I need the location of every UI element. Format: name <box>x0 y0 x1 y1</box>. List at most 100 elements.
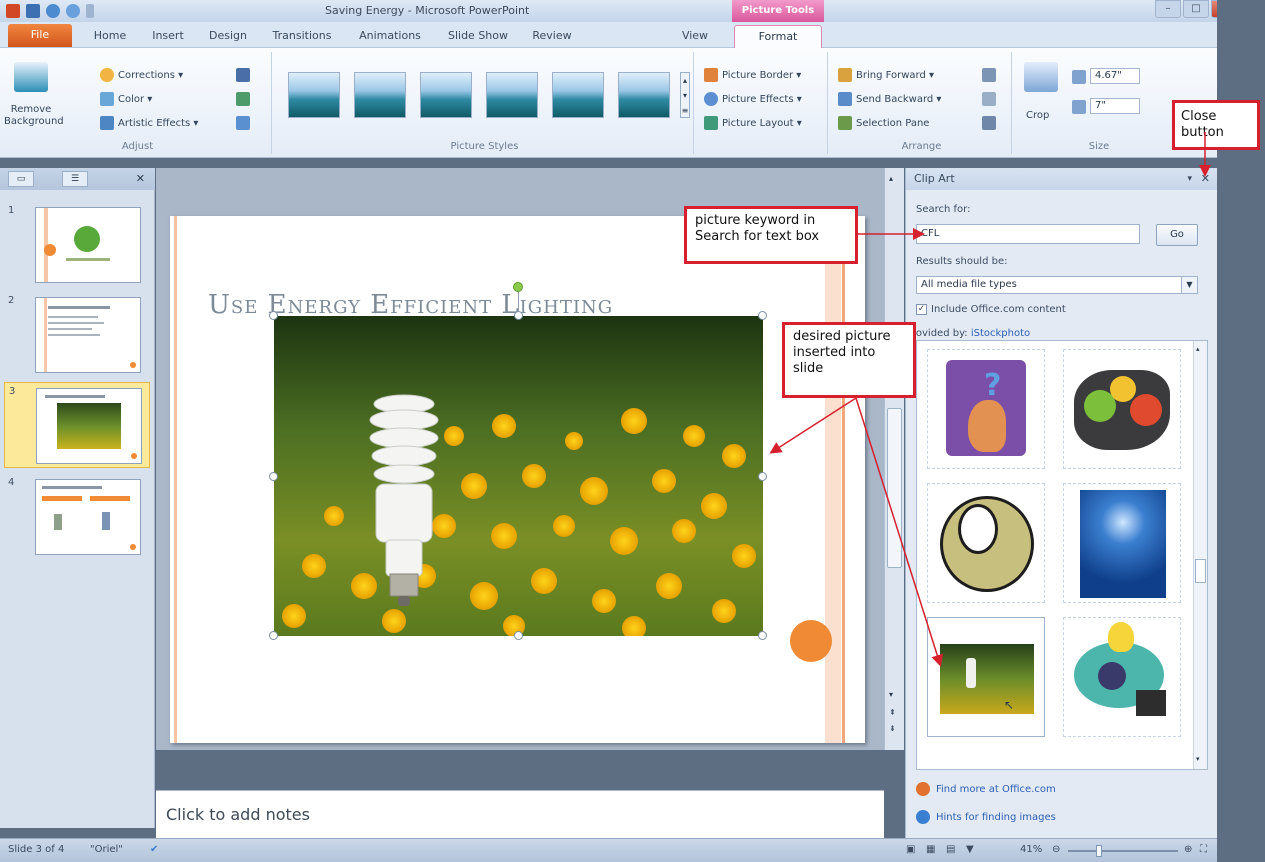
save-icon[interactable] <box>26 4 40 18</box>
results-scroll-thumb[interactable] <box>1195 559 1206 583</box>
slide-show-icon[interactable]: ▼ <box>966 844 974 855</box>
artistic-effects-button[interactable]: Artistic Effects ▾ <box>100 116 198 130</box>
resize-handle-nw[interactable] <box>269 311 278 320</box>
color-button[interactable]: Color ▾ <box>100 92 152 106</box>
resize-handle-sw[interactable] <box>269 631 278 640</box>
reading-view-icon[interactable]: ▤ <box>946 844 955 855</box>
picture-style-5[interactable] <box>552 72 604 118</box>
tab-slides[interactable]: ▭ <box>8 171 34 187</box>
tab-slide-show[interactable]: Slide Show <box>438 25 518 48</box>
group-objects-icon[interactable] <box>982 92 996 106</box>
results-scroll-up-icon[interactable]: ▴ <box>1196 345 1200 353</box>
results-scrollbar[interactable]: ▴ ▾ <box>1193 341 1207 769</box>
rotate-icon[interactable] <box>982 116 996 130</box>
slide-sorter-icon[interactable]: ▦ <box>926 844 935 855</box>
maximize-button[interactable]: □ <box>1183 0 1209 18</box>
tab-format[interactable]: Format <box>734 25 822 48</box>
clip-art-result-4[interactable] <box>1063 483 1181 603</box>
search-for-input[interactable]: CFL <box>916 224 1140 244</box>
corrections-button[interactable]: Corrections ▾ <box>100 68 183 82</box>
normal-view-icon[interactable]: ▣ <box>906 844 915 855</box>
resize-handle-n[interactable] <box>514 311 523 320</box>
minimize-button[interactable]: – <box>1155 0 1181 18</box>
tab-review[interactable]: Review <box>524 25 580 48</box>
tab-transitions[interactable]: Transitions <box>262 25 342 48</box>
crop-icon[interactable] <box>1024 62 1058 92</box>
notes-pane[interactable]: Click to add notes <box>156 790 884 838</box>
close-pane-icon[interactable]: ✕ <box>136 172 145 185</box>
selection-pane-button[interactable]: Selection Pane <box>838 116 929 130</box>
customize-qat-icon[interactable] <box>86 4 94 18</box>
picture-layout-button[interactable]: Picture Layout ▾ <box>704 116 802 130</box>
remove-background-icon[interactable] <box>14 62 48 92</box>
tab-view[interactable]: View <box>670 25 720 48</box>
slide-thumbnail-3[interactable]: 3 <box>4 382 150 468</box>
zoom-slider[interactable] <box>1068 850 1178 852</box>
previous-slide-icon[interactable]: ⇞ <box>889 708 896 717</box>
tab-insert[interactable]: Insert <box>142 25 194 48</box>
resize-handle-ne[interactable] <box>758 311 767 320</box>
remove-background-button[interactable]: Remove Background <box>4 104 64 128</box>
next-slide-icon[interactable]: ⇟ <box>889 724 896 733</box>
clip-art-result-1[interactable]: ? <box>927 349 1045 469</box>
tab-home[interactable]: Home <box>84 25 136 48</box>
inserted-cfl-picture[interactable] <box>274 316 763 636</box>
slide-thumbnail-2[interactable]: 2 <box>4 292 150 378</box>
istockphoto-link[interactable]: iStockphoto <box>971 328 1030 339</box>
crop-button[interactable]: Crop <box>1026 110 1049 121</box>
picture-style-2[interactable] <box>354 72 406 118</box>
slide-vertical-scrollbar[interactable]: ▴ ▾ ⇞ ⇟ <box>884 168 904 750</box>
results-scroll-down-icon[interactable]: ▾ <box>1196 755 1200 763</box>
clip-art-result-6[interactable] <box>1063 617 1181 737</box>
media-type-select[interactable]: All media file types ▼ <box>916 276 1198 294</box>
spelling-check-icon[interactable]: ✔ <box>150 844 158 855</box>
picture-style-1[interactable] <box>288 72 340 118</box>
fit-to-window-icon[interactable]: ⛶ <box>1200 844 1207 855</box>
picture-border-button[interactable]: Picture Border ▾ <box>704 68 801 82</box>
resize-handle-s[interactable] <box>514 631 523 640</box>
picture-style-3[interactable] <box>420 72 472 118</box>
zoom-in-icon[interactable]: ⊕ <box>1184 844 1192 855</box>
change-picture-icon[interactable] <box>236 92 250 106</box>
send-backward-button[interactable]: Send Backward ▾ <box>838 92 941 106</box>
clip-art-result-3[interactable] <box>927 483 1045 603</box>
scroll-down-icon[interactable]: ▾ <box>889 690 893 699</box>
slide-thumbnail-4[interactable]: 4 <box>4 474 150 560</box>
bring-forward-button[interactable]: Bring Forward ▾ <box>838 68 934 82</box>
picture-style-6[interactable] <box>618 72 670 118</box>
width-spinner[interactable]: 7" <box>1090 98 1140 114</box>
reset-picture-icon[interactable] <box>236 116 250 130</box>
redo-icon[interactable] <box>66 4 80 18</box>
tab-animations[interactable]: Animations <box>348 25 432 48</box>
resize-handle-w[interactable] <box>269 472 278 481</box>
undo-icon[interactable] <box>46 4 60 18</box>
styles-gallery-scroll[interactable]: ▴ ▾ ≡ <box>680 72 690 118</box>
tab-file[interactable]: File <box>8 24 72 47</box>
align-icon[interactable] <box>982 68 996 82</box>
zoom-out-icon[interactable]: ⊖ <box>1052 844 1060 855</box>
tab-design[interactable]: Design <box>200 25 256 48</box>
rotation-handle[interactable] <box>513 282 523 292</box>
resize-handle-e[interactable] <box>758 472 767 481</box>
go-button[interactable]: Go <box>1156 224 1198 246</box>
close-pane-button[interactable]: ✕ <box>1201 168 1210 190</box>
picture-effects-button[interactable]: Picture Effects ▾ <box>704 92 802 106</box>
include-office-checkbox[interactable]: ✓ <box>916 304 927 315</box>
height-spinner[interactable]: 4.67" <box>1090 68 1140 84</box>
scroll-up-icon[interactable]: ▴ <box>889 174 893 183</box>
hints-link[interactable]: Hints for finding images <box>916 810 1056 824</box>
find-more-link[interactable]: Find more at Office.com <box>916 782 1056 796</box>
current-slide[interactable]: Use Energy Efficient Lighting <box>170 216 865 743</box>
scroll-thumb[interactable] <box>887 408 902 568</box>
zoom-slider-thumb[interactable] <box>1096 845 1102 857</box>
clip-art-result-5-selected[interactable]: ↖ <box>927 617 1045 737</box>
slide-thumbnail-1[interactable]: 1 <box>4 202 150 288</box>
resize-handle-se[interactable] <box>758 631 767 640</box>
picture-style-4[interactable] <box>486 72 538 118</box>
zoom-level[interactable]: 41% <box>1020 844 1042 855</box>
compress-pictures-icon[interactable] <box>236 68 250 82</box>
tab-outline[interactable]: ☰ <box>62 171 88 187</box>
include-office-checkbox-row[interactable]: ✓ Include Office.com content <box>916 304 1066 315</box>
clip-art-result-2[interactable] <box>1063 349 1181 469</box>
task-pane-options-icon[interactable]: ▾ <box>1187 168 1192 190</box>
